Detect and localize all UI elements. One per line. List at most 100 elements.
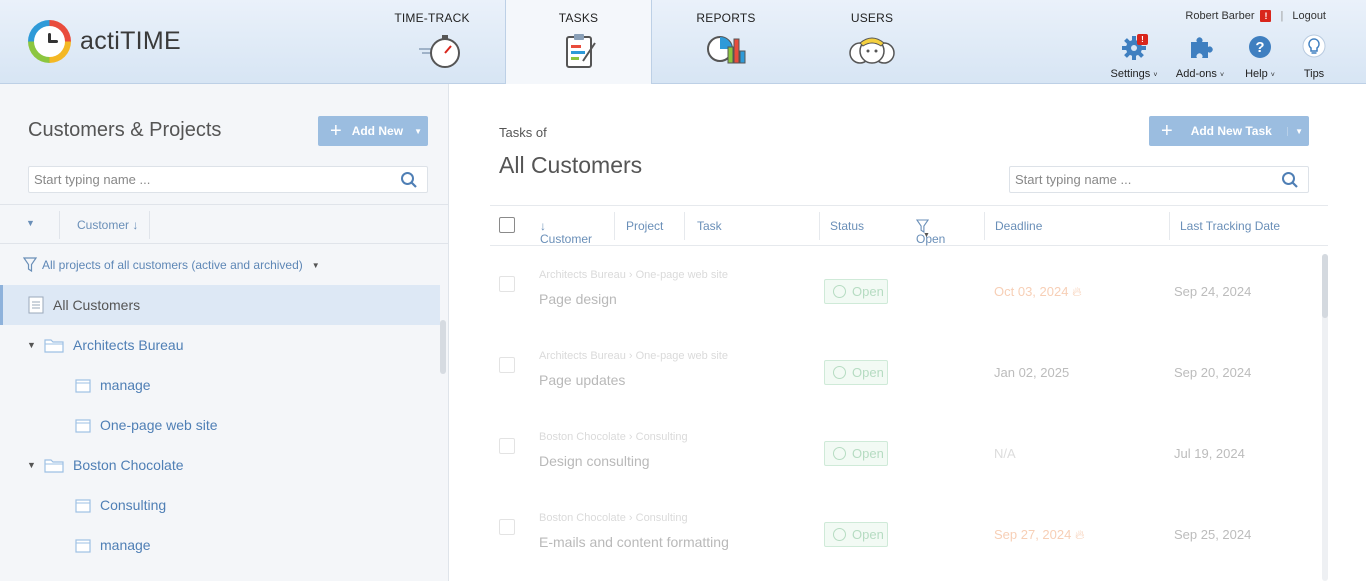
caret-down-icon: ▼ bbox=[923, 232, 930, 239]
tree-item-customer[interactable]: ▼ Boston Chocolate bbox=[0, 445, 440, 485]
deadline: Oct 03, 2024 🔥︎ bbox=[994, 284, 1082, 299]
task-path: Architects Bureau › One-page web site bbox=[539, 350, 728, 362]
column-last-tracking-date[interactable]: Last Tracking Date bbox=[1180, 219, 1280, 233]
tab-time-track[interactable]: TIME-TRACK bbox=[378, 0, 486, 84]
folder-icon bbox=[44, 459, 64, 473]
tasks-scrollbar[interactable] bbox=[1322, 254, 1328, 581]
table-row[interactable]: Boston Chocolate › Consulting Design con… bbox=[490, 410, 1328, 491]
table-row[interactable]: Architects Bureau › One-page web site Pa… bbox=[490, 248, 1328, 329]
svg-text:?: ? bbox=[1255, 39, 1264, 56]
tasks-table-header: Customer ↓ Project Task Status Open ▼ De… bbox=[490, 205, 1328, 246]
puzzle-icon bbox=[1191, 37, 1213, 58]
add-new-task-label: Add New Task bbox=[1190, 124, 1272, 138]
table-row[interactable]: Boston Chocolate › Consulting E-mails an… bbox=[490, 491, 1328, 572]
clock-icon bbox=[833, 366, 846, 379]
list-icon bbox=[28, 296, 44, 314]
tree-scrollbar[interactable] bbox=[440, 320, 446, 374]
add-ons-label: Add-ons ˅ bbox=[1175, 68, 1225, 80]
tree-item-label: Consulting bbox=[100, 497, 167, 513]
tab-tasks[interactable]: TASKS bbox=[505, 0, 652, 84]
collapse-toggle-icon[interactable]: ▼ bbox=[26, 218, 35, 228]
lightbulb-icon bbox=[1302, 34, 1326, 58]
add-new-button[interactable]: + Add New ▼ bbox=[318, 116, 428, 146]
tree-item-all-customers[interactable]: All Customers bbox=[0, 285, 440, 325]
expand-arrow-icon[interactable]: ▼ bbox=[27, 460, 36, 470]
task-name[interactable]: E-mails and content formatting bbox=[539, 534, 729, 550]
task-name[interactable]: Page updates bbox=[539, 372, 625, 388]
tasks-of-label: Tasks of bbox=[499, 125, 547, 140]
row-checkbox[interactable] bbox=[499, 357, 515, 373]
status-badge[interactable]: Open bbox=[824, 279, 888, 304]
last-tracking-date: Sep 24, 2024 bbox=[1174, 284, 1252, 299]
tab-label: REPORTS bbox=[696, 11, 756, 25]
search-icon[interactable] bbox=[400, 171, 418, 189]
tree-item-project[interactable]: Consulting bbox=[0, 485, 440, 525]
add-new-label: Add New bbox=[351, 124, 404, 138]
status-filter[interactable]: Open ▼ bbox=[916, 219, 945, 246]
row-checkbox[interactable] bbox=[499, 519, 515, 535]
status-badge[interactable]: Open bbox=[824, 441, 888, 466]
status-badge[interactable]: Open bbox=[824, 360, 888, 385]
column-status[interactable]: Status bbox=[830, 219, 864, 233]
row-checkbox[interactable] bbox=[499, 276, 515, 292]
tree-header: ▼ Customer ↓ bbox=[0, 204, 448, 244]
tree-item-label: manage bbox=[100, 537, 151, 553]
tree-item-project[interactable]: One-page web site bbox=[0, 405, 440, 445]
clock-icon bbox=[833, 528, 846, 541]
caret-down-icon: ▼ bbox=[311, 260, 320, 270]
deadline: Jan 02, 2025 bbox=[994, 365, 1070, 380]
task-search-input[interactable] bbox=[1010, 167, 1279, 192]
project-filter[interactable]: All projects of all customers (active an… bbox=[23, 257, 320, 273]
clock-logo-icon bbox=[28, 20, 71, 63]
task-name[interactable]: Design consulting bbox=[539, 453, 650, 469]
plus-icon: + bbox=[1161, 120, 1173, 142]
project-icon bbox=[75, 418, 91, 433]
help-button[interactable]: ? Help ˅ bbox=[1232, 34, 1288, 80]
scrollbar-thumb[interactable] bbox=[1322, 254, 1328, 318]
project-icon bbox=[75, 378, 91, 393]
last-tracking-date: Sep 20, 2024 bbox=[1174, 365, 1252, 380]
logo-text: actiTIME bbox=[80, 27, 182, 55]
customer-search-input[interactable] bbox=[29, 167, 388, 192]
status-badge[interactable]: Open bbox=[824, 522, 888, 547]
table-row[interactable]: Architects Bureau › One-page web site Pa… bbox=[490, 329, 1328, 410]
user-name[interactable]: Robert Barber bbox=[1185, 10, 1254, 22]
tree-item-label: manage bbox=[100, 377, 151, 393]
panel-title: Customers & Projects bbox=[28, 119, 222, 141]
caret-down-icon[interactable]: ▼ bbox=[414, 127, 422, 136]
tree-item-label: Boston Chocolate bbox=[73, 457, 184, 473]
task-path: Boston Chocolate › Consulting bbox=[539, 512, 688, 524]
logout-link[interactable]: Logout bbox=[1292, 10, 1326, 22]
customer-tree: All Customers ▼ Architects Bureau manage… bbox=[0, 285, 440, 565]
column-project[interactable]: Project bbox=[626, 219, 663, 233]
warning-icon[interactable]: ! bbox=[1260, 10, 1272, 22]
column-deadline[interactable]: Deadline bbox=[995, 219, 1042, 233]
add-new-task-button[interactable]: + Add New Task ▼ bbox=[1149, 116, 1309, 146]
tab-users[interactable]: USERS bbox=[822, 0, 922, 84]
tasks-panel: Tasks of All Customers + Add New Task ▼ … bbox=[449, 84, 1366, 581]
caret-down-icon[interactable]: ▼ bbox=[1287, 126, 1303, 136]
settings-button[interactable]: ! Settings ˅ bbox=[1106, 34, 1162, 80]
column-customer[interactable]: Customer ↓ bbox=[540, 219, 592, 246]
clipboard-icon bbox=[565, 34, 596, 68]
tab-label: TASKS bbox=[558, 11, 599, 25]
fire-icon: 🔥︎ bbox=[1072, 284, 1082, 299]
expand-arrow-icon[interactable]: ▼ bbox=[27, 340, 36, 350]
tree-item-customer[interactable]: ▼ Architects Bureau bbox=[0, 325, 440, 365]
last-tracking-date: Jul 19, 2024 bbox=[1174, 446, 1245, 461]
add-ons-button[interactable]: Add-ons ˅ bbox=[1172, 34, 1228, 80]
tips-button[interactable]: Tips bbox=[1286, 34, 1342, 80]
tab-reports[interactable]: REPORTS bbox=[674, 0, 778, 84]
tree-item-project[interactable]: manage bbox=[0, 365, 440, 405]
help-icon: ? bbox=[1249, 36, 1271, 58]
column-task[interactable]: Task bbox=[697, 219, 722, 233]
tree-item-project[interactable]: manage bbox=[0, 525, 440, 565]
search-icon[interactable] bbox=[1281, 171, 1299, 189]
select-all-checkbox[interactable] bbox=[499, 217, 515, 233]
task-path: Boston Chocolate › Consulting bbox=[539, 431, 688, 443]
task-name[interactable]: Page design bbox=[539, 291, 617, 307]
sort-customer[interactable]: Customer ↓ bbox=[77, 218, 138, 232]
row-checkbox[interactable] bbox=[499, 438, 515, 454]
logo[interactable]: actiTIME bbox=[28, 20, 181, 63]
separator: | bbox=[1280, 10, 1284, 22]
